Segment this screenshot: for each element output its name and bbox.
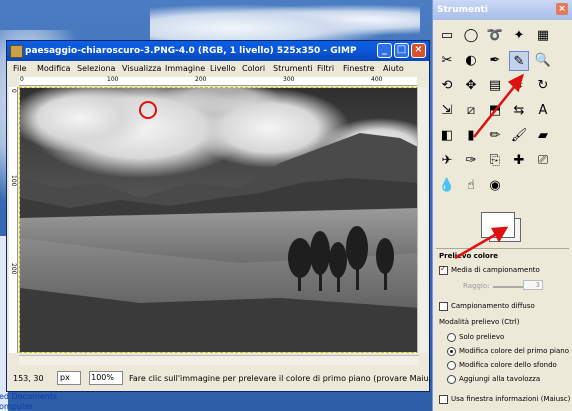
window-title: paesaggio-chiaroscuro-3.PNG-4.0 (RGB, 1 … — [25, 46, 357, 56]
scissors-icon[interactable]: ✂ — [437, 51, 457, 71]
desktop-icon-label[interactable]: ed Documents — [0, 392, 57, 401]
zoom-icon[interactable]: 🔍 — [533, 51, 553, 71]
rotate-icon[interactable]: ↻ — [533, 76, 553, 96]
perspective-icon[interactable]: ⬒ — [485, 101, 505, 121]
ruler-label: 0 — [20, 76, 24, 83]
menu-seleziona[interactable]: Seleziona — [77, 64, 115, 73]
ruler-label: 100 — [10, 175, 17, 187]
ellipse-select-icon[interactable]: ◯ — [461, 26, 481, 46]
tool-options-title: Prelievo colore — [439, 252, 499, 260]
move-icon[interactable]: ✥ — [461, 76, 481, 96]
ink-icon[interactable]: ✑ — [461, 151, 481, 171]
menu-visualizza[interactable]: Visualizza — [122, 64, 161, 73]
menu-modifica[interactable]: Modifica — [37, 64, 70, 73]
dodge-burn-icon[interactable]: ◉ — [485, 176, 505, 196]
toolbox-titlebar[interactable]: Strumenti × — [433, 0, 572, 20]
paintbrush-icon[interactable]: 🖌 — [509, 126, 529, 146]
crop-icon[interactable]: ⌗ — [509, 76, 529, 96]
rect-select-icon[interactable]: ▭ — [437, 26, 457, 46]
vertical-scrollbar[interactable] — [417, 87, 427, 353]
sample-merged-label: Campionamento diffuso — [451, 302, 535, 310]
lasso-icon[interactable]: ➰ — [485, 26, 505, 46]
eraser-icon[interactable]: ▰ — [533, 126, 553, 146]
info-window-label: Usa finestra informazioni (Maiusc) — [451, 395, 571, 403]
fuzzy-select-icon[interactable]: ✦ — [509, 26, 529, 46]
foreground-select-icon[interactable]: ◐ — [461, 51, 481, 71]
radius-spin[interactable]: 3 — [523, 280, 543, 290]
menu-finestre[interactable]: Finestre — [343, 64, 375, 73]
mode-palette-radio[interactable] — [447, 375, 456, 384]
mode-label: Solo prelievo — [459, 333, 505, 341]
radius-label: Raggio: — [463, 282, 490, 290]
scale-icon[interactable]: ⇲ — [437, 101, 457, 121]
image-canvas[interactable] — [19, 87, 419, 353]
blur-icon[interactable]: 💧 — [437, 176, 457, 196]
horizontal-ruler: 0 100 200 300 400 — [19, 76, 417, 86]
landscape-photo — [20, 88, 418, 352]
shear-icon[interactable]: ⧄ — [461, 101, 481, 121]
zoom-select[interactable]: 100% — [89, 371, 123, 385]
status-bar: 153, 30 px 100% Fare clic sull'immagine … — [7, 367, 436, 391]
close-button[interactable]: × — [411, 43, 426, 58]
menu-aiuto[interactable]: Aiuto — [383, 64, 404, 73]
menu-filtri[interactable]: Filtri — [317, 64, 334, 73]
align-icon[interactable]: ▤ — [485, 76, 505, 96]
desktop-icon-label[interactable]: omputer — [0, 402, 33, 411]
sample-average-checkbox[interactable]: ✓ — [439, 264, 448, 275]
smudge-icon[interactable]: ☝ — [461, 176, 481, 196]
menu-colori[interactable]: Colori — [242, 64, 265, 73]
image-window-titlebar[interactable]: paesaggio-chiaroscuro-3.PNG-4.0 (RGB, 1 … — [7, 41, 429, 61]
clone-icon[interactable]: ⎘ — [485, 151, 505, 171]
desktop-clouds — [150, 0, 420, 40]
color-select-icon[interactable]: ▦ — [533, 26, 553, 46]
ruler-label: 0 — [10, 89, 17, 93]
menu-file[interactable]: File — [13, 64, 26, 73]
sample-merged-checkbox[interactable] — [439, 302, 448, 311]
ruler-label: 100 — [107, 76, 119, 83]
info-window-checkbox[interactable] — [439, 395, 448, 404]
perspective-clone-icon[interactable]: ⎚ — [533, 151, 553, 171]
status-hint: Fare clic sull'immagine per prelevare il… — [129, 374, 437, 383]
menu-livello[interactable]: Livello — [210, 64, 236, 73]
bucket-fill-icon[interactable]: ◧ — [437, 126, 457, 146]
mode-label: Aggiungi alla tavolozza — [459, 375, 541, 383]
ruler-label: 200 — [195, 76, 207, 83]
close-icon[interactable]: × — [556, 3, 568, 15]
pick-mode-title: Modalità prelievo (Ctrl) — [439, 318, 520, 326]
paths-icon[interactable]: ✒ — [485, 51, 505, 71]
foreground-color-swatch[interactable] — [481, 212, 515, 238]
airbrush-icon[interactable]: ✈ — [437, 151, 457, 171]
measure-icon[interactable]: ⟲ — [437, 76, 457, 96]
pointer-coords: 153, 30 — [13, 374, 44, 383]
divider — [436, 248, 569, 249]
minimize-button[interactable]: _ — [377, 43, 392, 58]
heal-icon[interactable]: ✚ — [509, 151, 529, 171]
color-picker-icon[interactable]: ✎ — [509, 51, 529, 71]
unit-select[interactable]: px — [57, 371, 81, 385]
gimp-toolbox: Strumenti × ▭ ◯ ➰ ✦ ▦ ✂ ◐ ✒ ✎ 🔍 ⟲ ✥ ▤ ⌗ ↻ ⇲ ⧄ ⬒ ⇆ A ◧ ▮ ✏ 🖌 ▰ ✈ ✑ ⎘… — [432, 0, 572, 411]
ruler-label: 200 — [10, 263, 17, 275]
mode-label: Modifica colore del primo piano — [459, 347, 570, 355]
pencil-icon[interactable]: ✏ — [485, 126, 505, 146]
gimp-image-window: paesaggio-chiaroscuro-3.PNG-4.0 (RGB, 1 … — [6, 40, 436, 392]
mode-foreground-radio[interactable] — [447, 347, 456, 356]
ruler-label: 300 — [283, 76, 295, 83]
gimp-app-icon — [10, 45, 23, 58]
mode-background-radio[interactable] — [447, 361, 456, 370]
menu-bar: File Modifica Seleziona Visualizza Immag… — [7, 62, 429, 75]
mode-label: Modifica colore dello sfondo — [459, 361, 557, 369]
flip-icon[interactable]: ⇆ — [509, 101, 529, 121]
text-icon[interactable]: A — [533, 101, 553, 121]
mode-pick-only-radio[interactable] — [447, 333, 456, 342]
ruler-label: 400 — [371, 76, 383, 83]
horizontal-scrollbar[interactable] — [19, 355, 419, 365]
toolbox-title: Strumenti — [437, 5, 488, 15]
maximize-button[interactable]: □ — [394, 43, 409, 58]
menu-immagine[interactable]: Immagine — [165, 64, 205, 73]
blend-icon[interactable]: ▮ — [461, 126, 481, 146]
sample-average-label: Media di campionamento — [451, 266, 540, 274]
vertical-ruler: 0 100 200 — [9, 87, 18, 353]
menu-strumenti[interactable]: Strumenti — [273, 64, 313, 73]
